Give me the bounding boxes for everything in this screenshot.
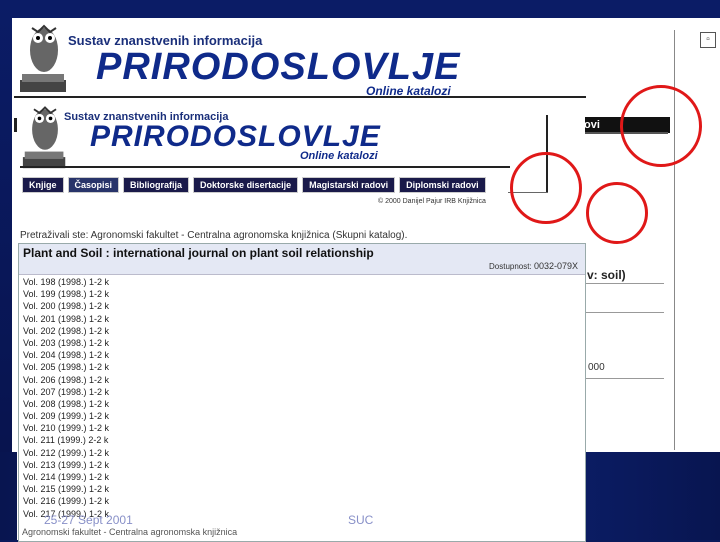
nav-tabs: Knjige Časopisi Bibliografija Doktorske … bbox=[22, 177, 486, 193]
journal-header: Plant and Soil : international journal o… bbox=[19, 244, 585, 275]
tab-magistarski-radovi[interactable]: Magistarski radovi bbox=[302, 177, 396, 193]
footer-org: SUC bbox=[348, 513, 374, 527]
tab-diplomski-radovi[interactable]: Diplomski radovi bbox=[399, 177, 486, 193]
volume-row[interactable]: Vol. 210 (1999.) 1-2 k bbox=[23, 422, 109, 434]
volume-row[interactable]: Vol. 204 (1998.) 1-2 k bbox=[23, 349, 109, 361]
volume-row[interactable]: Vol. 215 (1999.) 1-2 k bbox=[23, 483, 109, 495]
front-banner-rule bbox=[20, 166, 510, 168]
volume-row[interactable]: Vol. 209 (1999.) 1-2 k bbox=[23, 410, 109, 422]
owl-logo-icon bbox=[20, 24, 66, 92]
volume-row[interactable]: Vol. 198 (1998.) 1-2 k bbox=[23, 276, 109, 288]
tab-casopisi[interactable]: Časopisi bbox=[67, 177, 120, 193]
window-control-icon[interactable]: ▫ bbox=[700, 32, 716, 48]
volume-row[interactable]: Vol. 199 (1998.) 1-2 k bbox=[23, 288, 109, 300]
highlight-circle bbox=[510, 152, 582, 224]
owl-logo-icon bbox=[22, 106, 66, 169]
journal-panel: Plant and Soil : international journal o… bbox=[18, 243, 586, 542]
volume-row[interactable]: Vol. 214 (1999.) 1-2 k bbox=[23, 471, 109, 483]
back-partial-soil: v: soil) bbox=[587, 268, 626, 282]
volume-row[interactable]: Vol. 211 (1999.) 2-2 k bbox=[23, 434, 109, 446]
volume-list: Vol. 198 (1998.) 1-2 k Vol. 199 (1998.) … bbox=[23, 276, 109, 520]
volume-row[interactable]: Vol. 201 (1998.) 1-2 k bbox=[23, 313, 109, 325]
volume-row[interactable]: Vol. 203 (1998.) 1-2 k bbox=[23, 337, 109, 349]
right-screenshot-edge: ▫ bbox=[668, 18, 720, 452]
volume-row[interactable]: Vol. 206 (1998.) 1-2 k bbox=[23, 374, 109, 386]
volume-row[interactable]: Vol. 216 (1999.) 1-2 k bbox=[23, 495, 109, 507]
front-banner-main-title: PRIRODOSLOVLJE bbox=[90, 120, 381, 153]
back-divider-3 bbox=[586, 378, 664, 379]
tab-knjige[interactable]: Knjige bbox=[22, 177, 64, 193]
volume-row[interactable]: Vol. 207 (1998.) 1-2 k bbox=[23, 386, 109, 398]
back-banner-main-title: PRIRODOSLOVLJE bbox=[96, 46, 461, 88]
footer-library: Agronomski fakultet - Centralna agronoms… bbox=[22, 527, 238, 537]
issn-value: 0032-079X bbox=[534, 261, 579, 271]
volume-row[interactable]: Vol. 205 (1998.) 1-2 k bbox=[23, 361, 109, 373]
volume-row[interactable]: Vol. 200 (1998.) 1-2 k bbox=[23, 300, 109, 312]
highlight-circle bbox=[620, 85, 702, 167]
copyright-text: © 2000 Danijel Pajur IRB Knjižnica bbox=[378, 198, 486, 205]
volume-row[interactable]: Vol. 212 (1999.) 1-2 k bbox=[23, 447, 109, 459]
search-info: Pretraživali ste: Agronomski fakultet - … bbox=[20, 230, 408, 241]
highlight-circle bbox=[586, 182, 648, 244]
volume-row[interactable]: Vol. 208 (1998.) 1-2 k bbox=[23, 398, 109, 410]
back-divider-1 bbox=[586, 283, 664, 284]
tab-bibliografija[interactable]: Bibliografija bbox=[123, 177, 190, 193]
back-divider-2 bbox=[586, 312, 664, 313]
volume-row[interactable]: Vol. 202 (1998.) 1-2 k bbox=[23, 325, 109, 337]
issn-label: Dostupnost: bbox=[489, 262, 532, 271]
back-partial-fragment: 000 bbox=[588, 362, 605, 373]
footer-date: 25-27 Sept 2001 bbox=[44, 513, 133, 527]
volume-row[interactable]: Vol. 213 (1999.) 1-2 k bbox=[23, 459, 109, 471]
tab-doktorske-disertacije[interactable]: Doktorske disertacije bbox=[193, 177, 299, 193]
front-banner-subtitle: Online katalozi bbox=[300, 150, 378, 162]
journal-title[interactable]: Plant and Soil : international journal o… bbox=[23, 246, 374, 260]
